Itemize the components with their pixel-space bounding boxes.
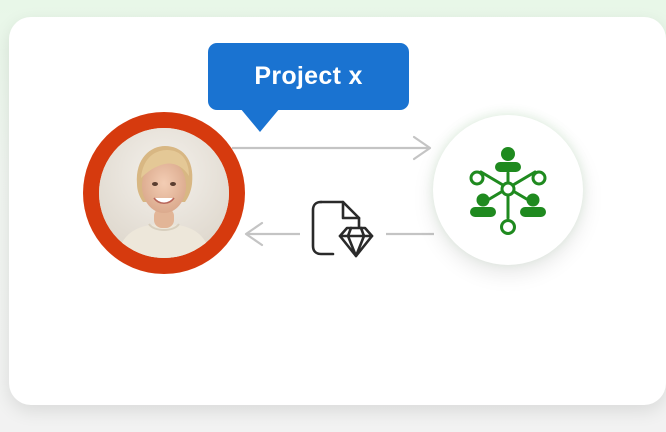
org-hierarchy-icon (469, 147, 547, 235)
project-callout: Project x (208, 43, 409, 110)
org-node (433, 115, 583, 265)
person-photo-icon (99, 128, 229, 258)
file-gem-icon (307, 194, 377, 266)
callout-tail (240, 108, 280, 132)
project-callout-label: Project x (254, 62, 363, 90)
avatar (99, 128, 229, 258)
